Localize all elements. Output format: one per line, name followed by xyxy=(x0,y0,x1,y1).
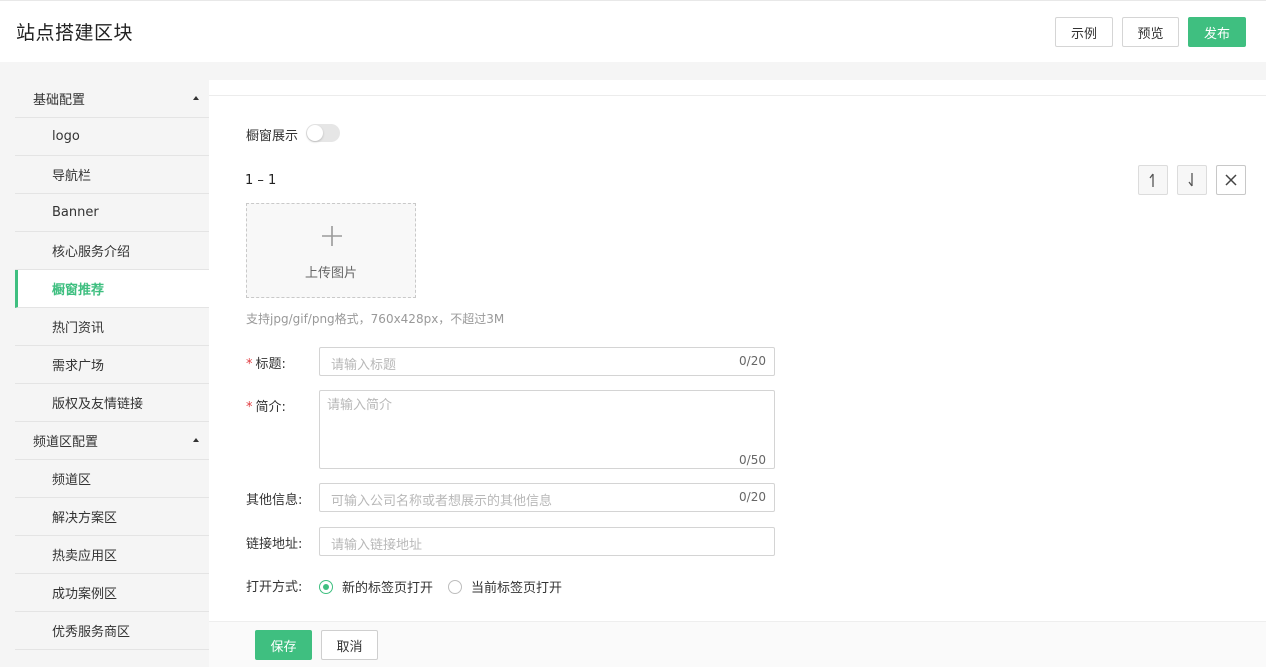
link-label: 链接地址: xyxy=(246,537,303,552)
radio-unselected-icon xyxy=(448,579,462,594)
title-input[interactable]: 请输入标题 0/20 xyxy=(319,347,775,376)
form-footer: 保存 取消 xyxy=(209,621,1266,667)
intro-label-text: 简介: xyxy=(255,400,286,415)
sidebar-group-label: 频道区配置 xyxy=(33,435,99,450)
upload-hint: 支持jpg/gif/png格式，760x428px，不超过3M xyxy=(246,312,505,326)
move-down-button[interactable] xyxy=(1177,165,1207,195)
page-title: 站点搭建区块 xyxy=(16,22,134,44)
radio-selected-icon xyxy=(319,579,333,594)
arrow-up-icon xyxy=(1149,173,1154,187)
close-icon xyxy=(1225,174,1237,186)
open-mode-label: 打开方式: xyxy=(246,580,303,595)
intro-placeholder: 请输入简介 xyxy=(327,398,393,413)
open-new-tab-radio[interactable]: 新的标签页打开 xyxy=(319,577,433,596)
divider xyxy=(209,95,1266,96)
caret-up-icon xyxy=(193,96,199,100)
caret-up-icon xyxy=(193,438,199,442)
sidebar-item-label: 频道区 xyxy=(52,473,92,488)
sidebar-item-label: 导航栏 xyxy=(52,169,92,184)
upload-label: 上传图片 xyxy=(304,266,357,281)
cancel-button[interactable]: 取消 xyxy=(321,630,378,660)
sidebar-item-solutions[interactable]: 解决方案区 xyxy=(15,498,209,536)
open-current-tab-radio[interactable]: 当前标签页打开 xyxy=(448,577,562,596)
preview-button[interactable]: 预览 xyxy=(1122,17,1179,47)
required-mark: * xyxy=(246,357,253,372)
sidebar-item-logo[interactable]: logo xyxy=(15,118,209,156)
remove-item-button[interactable] xyxy=(1216,165,1246,195)
arrow-down-icon xyxy=(1188,173,1193,187)
sidebar: 基础配置 logo 导航栏 Banner 核心服务介绍 橱窗推荐 热门资讯 需求… xyxy=(0,62,209,667)
sidebar-item-top-providers[interactable]: 优秀服务商区 xyxy=(15,612,209,650)
intro-textarea[interactable]: 请输入简介 0/50 xyxy=(319,390,775,469)
plus-icon xyxy=(322,226,342,246)
sidebar-item-label: 橱窗推荐 xyxy=(52,283,105,298)
image-upload[interactable]: 上传图片 xyxy=(246,203,416,298)
sidebar-item-demand-square[interactable]: 需求广场 xyxy=(15,346,209,384)
move-up-button[interactable] xyxy=(1138,165,1168,195)
main-content: 橱窗展示 1 – 1 上传图片 支持jpg/gif/png格式，760x428p… xyxy=(209,80,1266,621)
title-label-text: 标题: xyxy=(255,357,286,372)
sidebar-item-label: 解决方案区 xyxy=(52,511,118,526)
sidebar-item-label: 热卖应用区 xyxy=(52,549,118,564)
other-info-placeholder: 可输入公司名称或者想展示的其他信息 xyxy=(331,494,553,509)
sidebar-item-label: 优秀服务商区 xyxy=(52,625,131,640)
sidebar-item-label: 核心服务介绍 xyxy=(52,245,131,260)
sidebar-group-basic[interactable]: 基础配置 xyxy=(15,80,209,118)
title-placeholder: 请输入标题 xyxy=(331,358,397,373)
showcase-toggle-label: 橱窗展示 xyxy=(246,129,299,144)
intro-field-label: * 简介: xyxy=(246,396,286,415)
example-button[interactable]: 示例 xyxy=(1055,17,1113,47)
sidebar-item-copyright-links[interactable]: 版权及友情链接 xyxy=(15,384,209,422)
showcase-toggle[interactable] xyxy=(306,124,340,142)
title-field-label: * 标题: xyxy=(246,353,286,372)
sidebar-item-label: 版权及友情链接 xyxy=(52,397,144,412)
sidebar-item-banner[interactable]: Banner xyxy=(15,194,209,232)
sidebar-group-channel[interactable]: 频道区配置 xyxy=(15,422,209,460)
other-info-char-count: 0/20 xyxy=(739,490,766,504)
sidebar-item-navbar[interactable]: 导航栏 xyxy=(15,156,209,194)
sidebar-item-channel-area[interactable]: 频道区 xyxy=(15,460,209,498)
sidebar-item-label: 需求广场 xyxy=(52,359,105,374)
intro-char-count: 0/50 xyxy=(739,453,766,467)
other-info-label: 其他信息: xyxy=(246,493,303,508)
link-input[interactable]: 请输入链接地址 xyxy=(319,527,775,556)
other-info-input[interactable]: 可输入公司名称或者想展示的其他信息 0/20 xyxy=(319,483,775,512)
sidebar-group-label: 基础配置 xyxy=(33,93,86,108)
sidebar-item-success-cases[interactable]: 成功案例区 xyxy=(15,574,209,612)
title-char-count: 0/20 xyxy=(739,354,766,368)
link-placeholder: 请输入链接地址 xyxy=(331,538,423,553)
sidebar-item-hot-apps[interactable]: 热卖应用区 xyxy=(15,536,209,574)
item-index-label: 1 – 1 xyxy=(245,173,277,188)
save-button[interactable]: 保存 xyxy=(255,630,312,660)
publish-button[interactable]: 发布 xyxy=(1188,17,1246,47)
sidebar-item-label: Banner xyxy=(52,205,99,220)
sidebar-item-hot-news[interactable]: 热门资讯 xyxy=(15,308,209,346)
radio-label: 当前标签页打开 xyxy=(471,581,563,596)
radio-label: 新的标签页打开 xyxy=(342,581,434,596)
sidebar-item-showcase[interactable]: 橱窗推荐 xyxy=(15,270,209,308)
required-mark: * xyxy=(246,400,253,415)
sidebar-item-label: 成功案例区 xyxy=(52,587,118,602)
sidebar-item-label: logo xyxy=(52,129,80,144)
toggle-knob xyxy=(307,125,323,141)
sidebar-item-label: 热门资讯 xyxy=(52,321,105,336)
sidebar-item-core-services[interactable]: 核心服务介绍 xyxy=(15,232,209,270)
app-header: 站点搭建区块 示例 预览 发布 xyxy=(0,0,1266,62)
